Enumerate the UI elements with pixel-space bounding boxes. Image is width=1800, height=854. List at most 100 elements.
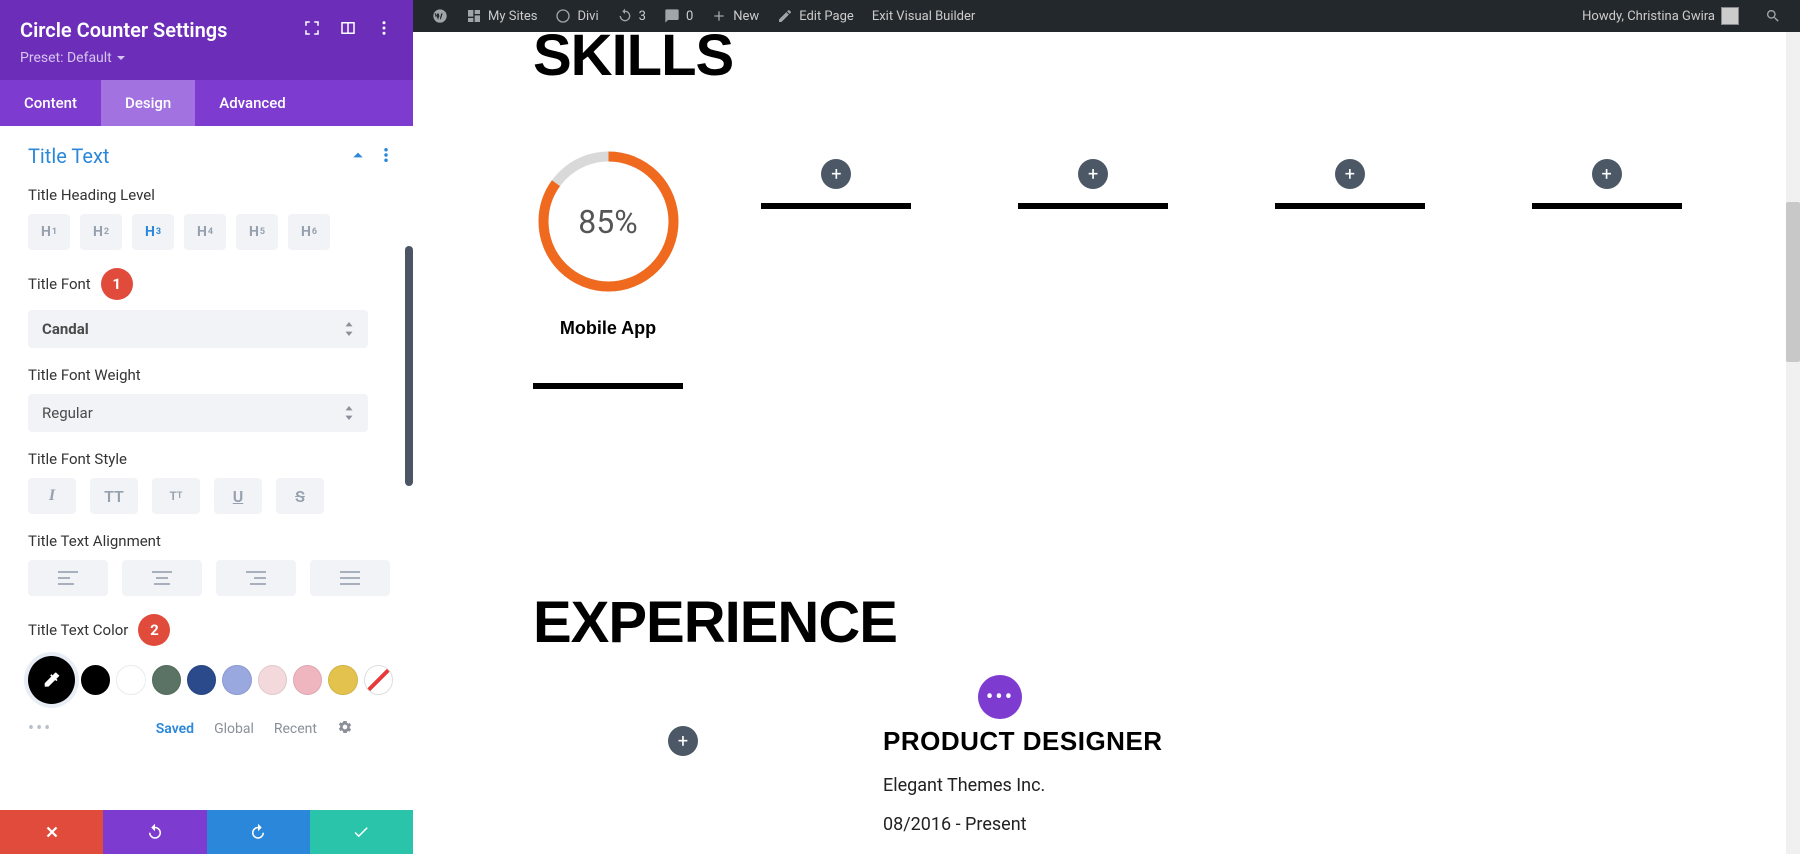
job-dates: 08/2016 - Present <box>883 814 1163 835</box>
tab-advanced[interactable]: Advanced <box>195 80 309 126</box>
label-heading-level: Title Heading Level <box>28 186 393 204</box>
my-sites[interactable]: My Sites <box>457 8 546 24</box>
settings-tabs: Content Design Advanced <box>0 80 413 126</box>
column-underline <box>1018 203 1168 209</box>
tab-content[interactable]: Content <box>0 80 101 126</box>
new-content[interactable]: New <box>702 8 768 24</box>
swatch-blush[interactable] <box>258 665 287 695</box>
empty-column-3: + <box>1247 149 1454 209</box>
panel-icon[interactable] <box>339 19 357 41</box>
add-module-button[interactable]: + <box>1592 159 1622 189</box>
expand-icon[interactable] <box>303 19 321 41</box>
wp-logo[interactable] <box>423 8 457 24</box>
style-italic[interactable]: I <box>28 478 76 514</box>
cancel-button[interactable] <box>0 810 103 854</box>
color-tab-recent[interactable]: Recent <box>274 721 317 737</box>
color-tab-global[interactable]: Global <box>214 721 254 737</box>
my-sites-label: My Sites <box>488 9 537 24</box>
gear-icon[interactable] <box>337 719 353 739</box>
howdy-user[interactable]: Howdy, Christina Gwira <box>1573 7 1748 25</box>
select-arrows-icon <box>344 322 354 336</box>
page-scrollbar-thumb[interactable] <box>1786 202 1800 362</box>
comments[interactable]: 0 <box>655 8 702 24</box>
font-weight-select[interactable]: Regular <box>28 394 368 432</box>
color-swatches <box>28 656 393 704</box>
howdy-label: Howdy, Christina Gwira <box>1582 9 1715 24</box>
more-dots-icon[interactable]: ••• <box>28 718 52 739</box>
site-name[interactable]: Divi <box>546 8 607 24</box>
swatch-none[interactable] <box>364 665 393 695</box>
swatch-pink[interactable] <box>293 665 322 695</box>
heading-h5[interactable]: H5 <box>236 214 278 250</box>
builder-fab[interactable]: ••• <box>978 675 1022 719</box>
heading-h1[interactable]: H1 <box>28 214 70 250</box>
title-font-select[interactable]: Candal <box>28 310 368 348</box>
page-scrollbar-track[interactable] <box>1786 32 1800 854</box>
preset-dropdown[interactable]: Preset: Default <box>20 50 393 66</box>
new-label: New <box>733 9 759 24</box>
swatch-lavender[interactable] <box>222 665 251 695</box>
section-more-icon[interactable] <box>379 147 393 166</box>
style-uppercase[interactable]: TT <box>90 478 138 514</box>
add-module-button[interactable]: + <box>821 159 851 189</box>
save-button[interactable] <box>310 810 413 854</box>
search-icon[interactable] <box>1756 8 1790 24</box>
swatch-white[interactable] <box>116 665 145 695</box>
font-style-group: I TT TT U S <box>28 478 393 514</box>
empty-column-1: + <box>733 149 940 209</box>
empty-column-2: + <box>990 149 1197 209</box>
preset-label: Preset: Default <box>20 50 112 66</box>
align-left[interactable] <box>28 560 108 596</box>
section-title-text[interactable]: Title Text <box>28 144 109 168</box>
swatch-green[interactable] <box>152 665 181 695</box>
sidebar-footer <box>0 810 413 854</box>
job-title: PRODUCT DESIGNER <box>883 726 1163 757</box>
select-arrows-icon <box>344 406 354 420</box>
circle-chart: 85% <box>536 149 681 294</box>
edit-page[interactable]: Edit Page <box>768 8 863 24</box>
heading-h3[interactable]: H3 <box>132 214 174 250</box>
alignment-group <box>28 560 393 596</box>
label-font-style: Title Font Style <box>28 450 393 468</box>
experience-content: PRODUCT DESIGNER Elegant Themes Inc. 08/… <box>883 726 1163 835</box>
experience-left-col: + <box>533 726 833 756</box>
circle-counter-module[interactable]: 85% Mobile App <box>533 149 683 389</box>
style-underline[interactable]: U <box>214 478 262 514</box>
swatch-gold[interactable] <box>328 665 357 695</box>
swatch-black[interactable] <box>81 665 110 695</box>
column-underline <box>761 203 911 209</box>
align-justify[interactable] <box>310 560 390 596</box>
align-right[interactable] <box>216 560 296 596</box>
add-module-button[interactable]: + <box>1335 159 1365 189</box>
experience-heading: EXPERIENCE <box>533 589 1710 656</box>
skills-heading: SKILLS <box>533 32 1710 89</box>
color-picker-button[interactable] <box>28 656 75 704</box>
tab-design[interactable]: Design <box>101 80 195 126</box>
wp-admin-bar: My Sites Divi 3 0 New Edit Page Exit Vis… <box>413 0 1800 32</box>
circle-title: Mobile App <box>560 318 656 339</box>
add-module-button[interactable]: + <box>668 726 698 756</box>
exit-visual-builder[interactable]: Exit Visual Builder <box>863 9 984 24</box>
collapse-icon[interactable] <box>351 147 365 166</box>
redo-button[interactable] <box>207 810 310 854</box>
style-strikethrough[interactable]: S <box>276 478 324 514</box>
comments-count: 0 <box>686 9 693 24</box>
circle-underline <box>533 383 683 389</box>
heading-level-group: H1 H2 H3 H4 H5 H6 <box>28 214 393 250</box>
style-smallcaps[interactable]: TT <box>152 478 200 514</box>
panel-scrollbar[interactable] <box>405 246 413 486</box>
color-tab-saved[interactable]: Saved <box>156 721 194 737</box>
more-icon[interactable] <box>375 19 393 41</box>
swatch-navy[interactable] <box>187 665 216 695</box>
heading-h2[interactable]: H2 <box>80 214 122 250</box>
undo-button[interactable] <box>103 810 206 854</box>
add-module-button[interactable]: + <box>1078 159 1108 189</box>
align-center[interactable] <box>122 560 202 596</box>
heading-h6[interactable]: H6 <box>288 214 330 250</box>
exit-label: Exit Visual Builder <box>872 9 975 24</box>
label-alignment: Title Text Alignment <box>28 532 393 550</box>
updates[interactable]: 3 <box>608 8 655 24</box>
settings-sidebar: Circle Counter Settings Preset: Default … <box>0 0 413 854</box>
page-canvas: SKILLS 85% Mobile App + + + + <box>413 32 1800 854</box>
heading-h4[interactable]: H4 <box>184 214 226 250</box>
